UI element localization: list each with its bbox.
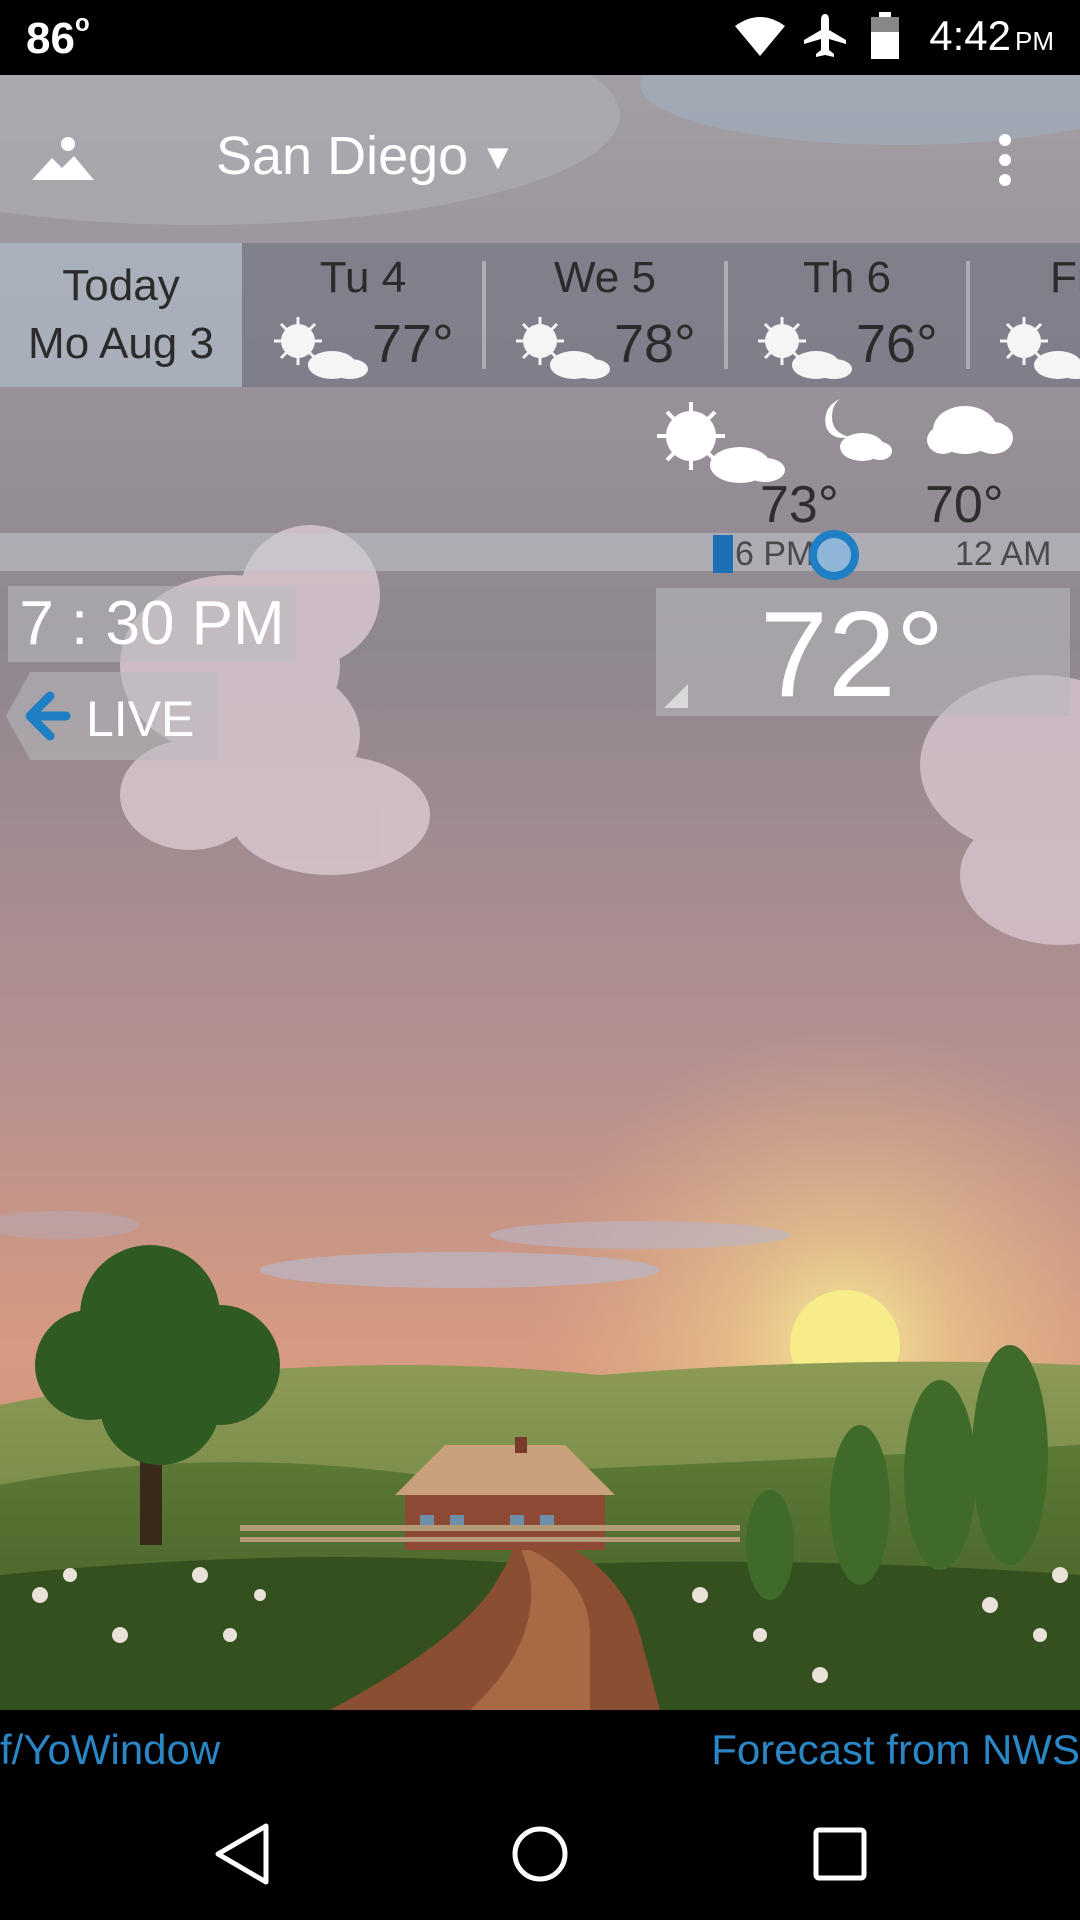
mountain-icon[interactable]: [28, 130, 98, 190]
now-marker: [713, 535, 733, 573]
timeline-label: 6 PM: [735, 535, 815, 573]
recents-icon[interactable]: [812, 1826, 868, 1882]
selected-time: 7 : 30 PM: [8, 586, 296, 662]
hourly-temp: 73°: [760, 476, 839, 534]
partly-sunny-icon: [274, 317, 368, 379]
forecast-source-link[interactable]: Forecast from NWS: [711, 1726, 1080, 1774]
date-label: Mo Aug 3: [28, 319, 214, 368]
day-label: Today: [62, 261, 180, 310]
hourly-temp: 70°: [925, 476, 1004, 534]
day-label: Th 6: [802, 253, 892, 302]
city-selector[interactable]: San Diego: [216, 125, 468, 187]
partly-sunny-icon: [657, 402, 785, 483]
chevron-down-icon[interactable]: ▼: [480, 136, 516, 178]
status-temperature: 86o: [26, 10, 90, 63]
day-tab-fr[interactable]: Fr: [968, 243, 1080, 387]
timeline-label: 12 AM: [955, 535, 1052, 573]
partly-cloudy-night-icon: [825, 399, 892, 461]
day-label: Fr: [1050, 253, 1080, 302]
timeline-scrubber[interactable]: [809, 530, 859, 580]
navigation-bar: [0, 1790, 1080, 1920]
partly-sunny-icon: [758, 317, 852, 379]
day-label: We 5: [554, 253, 656, 302]
day-label: Tu 4: [319, 253, 407, 302]
airplane-icon: [804, 14, 846, 57]
status-bar: 86o 4:42 PM: [0, 0, 1080, 75]
partly-sunny-icon: [1000, 317, 1080, 379]
hourly-timeline[interactable]: 6 PM 12 AM: [0, 533, 1080, 573]
more-vert-icon[interactable]: [990, 132, 1020, 188]
status-time: 4:42 PM: [929, 12, 1054, 59]
day-tab-tu4[interactable]: Tu 4 77°: [242, 243, 484, 387]
wifi-icon: [735, 17, 785, 56]
day-high-temp: 78°: [614, 314, 696, 374]
home-icon[interactable]: [510, 1824, 570, 1884]
day-tab-today[interactable]: Today Mo Aug 3: [0, 243, 242, 387]
day-tab-th6[interactable]: Th 6 76°: [726, 243, 968, 387]
battery-icon: [871, 12, 899, 59]
back-icon[interactable]: [212, 1822, 272, 1886]
expand-corner-icon: [664, 684, 688, 708]
partly-sunny-icon: [516, 317, 610, 379]
yowindow-link[interactable]: f/YoWindow: [0, 1726, 220, 1774]
cloud-icon: [927, 406, 1013, 454]
day-forecast-strip: Today Mo Aug 3 Tu 4 77° We 5 78° Th 6 76…: [0, 243, 1080, 387]
day-tab-we5[interactable]: We 5 78°: [484, 243, 726, 387]
day-high-temp: 77°: [372, 314, 454, 374]
live-label: LIVE: [86, 691, 195, 747]
current-temperature: 72°: [760, 586, 945, 722]
day-high-temp: 76°: [856, 314, 938, 374]
